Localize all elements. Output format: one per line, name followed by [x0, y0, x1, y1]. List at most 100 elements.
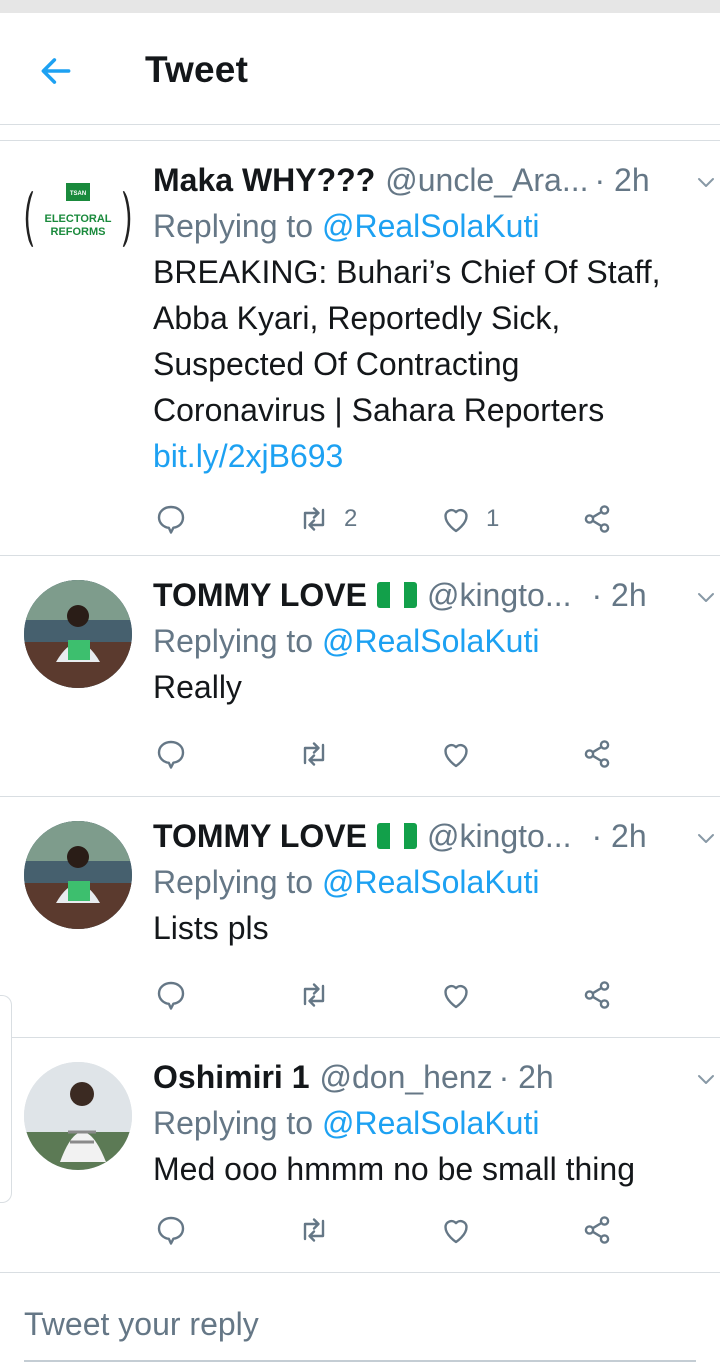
user-handle[interactable]: @uncle_Ara...	[385, 162, 588, 199]
reply-button[interactable]	[153, 1208, 189, 1252]
retweet-button[interactable]	[296, 732, 332, 776]
logo-badge-text: TSAN	[70, 191, 86, 197]
edge-panel-handle[interactable]	[0, 995, 12, 1203]
tweet-body: TOMMY LOVE @kingto... · 2h Replying to @…	[153, 572, 714, 710]
timestamp: · 2h	[594, 161, 650, 198]
reply-composer	[0, 1274, 720, 1364]
profile-photo	[24, 580, 132, 688]
mention-link[interactable]: @RealSolaKuti	[322, 864, 539, 900]
user-handle[interactable]: @kingto...	[427, 577, 572, 614]
avatar[interactable]	[24, 1062, 132, 1170]
display-name[interactable]: Oshimiri 1	[153, 1059, 310, 1096]
reply-bubble-icon	[157, 740, 185, 769]
share-icon	[584, 505, 610, 533]
replying-to-label: Replying to	[153, 208, 314, 244]
reply-bubble-icon	[157, 505, 185, 534]
tweet-actions	[153, 973, 633, 1017]
more-options-button[interactable]	[691, 582, 720, 612]
status-bar	[0, 0, 720, 13]
replying-to: Replying to @RealSolaKuti	[153, 859, 693, 905]
tweet-actions: 2 1	[153, 497, 633, 541]
more-options-button[interactable]	[691, 1064, 720, 1094]
retweet-icon	[303, 742, 325, 766]
share-icon	[584, 740, 610, 768]
tweet[interactable]: Oshimiri 1 @don_henz · 2h Replying to @R…	[0, 1038, 720, 1273]
logo-text-top: ELECTORAL	[44, 213, 111, 225]
like-button[interactable]: 1	[438, 497, 499, 541]
nigeria-flag-icon	[376, 823, 417, 849]
tweet[interactable]: TOMMY LOVE @kingto... · 2h Replying to @…	[0, 797, 720, 1038]
tweet-body: TOMMY LOVE @kingto... · 2h Replying to @…	[153, 813, 714, 951]
tweet-link[interactable]: bit.ly/2xjB693	[153, 433, 693, 479]
share-button[interactable]	[579, 732, 615, 776]
replying-to: Replying to @RealSolaKuti	[153, 1100, 693, 1146]
timestamp: · 2h	[498, 1058, 554, 1095]
reply-button[interactable]	[153, 732, 189, 776]
reply-bubble-icon	[157, 1216, 185, 1245]
mention-link[interactable]: @RealSolaKuti	[322, 208, 539, 244]
replying-to: Replying to @RealSolaKuti	[153, 618, 693, 664]
divider	[0, 125, 720, 141]
replying-to-label: Replying to	[153, 1105, 314, 1141]
profile-photo	[24, 1062, 132, 1170]
like-button[interactable]	[438, 973, 474, 1017]
retweet-icon	[303, 1218, 325, 1242]
electoral-reforms-logo: TSAN ELECTORAL REFORMS	[25, 183, 131, 248]
retweet-button[interactable]	[296, 973, 332, 1017]
app-header: Tweet	[0, 13, 720, 125]
share-icon	[584, 1216, 610, 1244]
tweet-meta: TOMMY LOVE @kingto... · 2h	[153, 572, 693, 618]
like-button[interactable]	[438, 1208, 474, 1252]
retweet-icon	[303, 507, 325, 531]
back-button[interactable]	[30, 45, 82, 97]
share-button[interactable]	[579, 497, 615, 541]
mention-link[interactable]: @RealSolaKuti	[322, 623, 539, 659]
user-handle[interactable]: @don_henz	[320, 1059, 493, 1096]
display-name[interactable]: TOMMY LOVE	[153, 818, 367, 855]
tweet-meta: Oshimiri 1 @don_henz · 2h	[153, 1054, 693, 1100]
avatar[interactable]	[24, 821, 132, 929]
chevron-down-icon	[698, 834, 714, 843]
more-options-button[interactable]	[691, 823, 720, 853]
share-button[interactable]	[579, 973, 615, 1017]
share-button[interactable]	[579, 1208, 615, 1252]
retweet-button[interactable]	[296, 1208, 332, 1252]
heart-icon	[444, 984, 468, 1009]
heart-icon	[444, 1219, 468, 1244]
chevron-down-icon	[698, 1075, 714, 1084]
tweet-text: Really	[153, 669, 242, 705]
page-title: Tweet	[145, 49, 249, 90]
timestamp: · 2h	[591, 817, 647, 854]
like-button[interactable]	[438, 732, 474, 776]
replying-to: Replying to @RealSolaKuti	[153, 203, 693, 249]
display-name[interactable]: TOMMY LOVE	[153, 577, 367, 614]
replying-to-label: Replying to	[153, 864, 314, 900]
reply-button[interactable]	[153, 973, 189, 1017]
nigeria-flag-icon	[376, 582, 417, 608]
tweet[interactable]: TOMMY LOVE @kingto... · 2h Replying to @…	[0, 556, 720, 797]
retweet-button[interactable]: 2	[296, 497, 357, 541]
reply-button[interactable]	[153, 497, 189, 541]
tweet-body: Oshimiri 1 @don_henz · 2h Replying to @R…	[153, 1054, 714, 1192]
chevron-down-icon	[698, 593, 714, 602]
reply-feed: TSAN ELECTORAL REFORMS Maka WHY??? @uncl…	[0, 141, 720, 1273]
share-icon	[584, 981, 610, 1009]
reply-input[interactable]	[24, 1302, 696, 1362]
tweet-text: BREAKING: Buhari’s Chief Of Staff, Abba …	[153, 254, 661, 428]
retweet-count: 2	[344, 505, 358, 532]
tweet-actions	[153, 732, 633, 776]
tweet[interactable]: TSAN ELECTORAL REFORMS Maka WHY??? @uncl…	[0, 141, 720, 556]
tweet-meta: Maka WHY??? @uncle_Ara... · 2h	[153, 157, 693, 203]
user-handle[interactable]: @kingto...	[427, 818, 572, 855]
timestamp: · 2h	[591, 576, 647, 613]
tweet-text: Lists pls	[153, 910, 269, 946]
logo-text-bottom: REFORMS	[51, 226, 106, 238]
more-options-button[interactable]	[691, 167, 720, 197]
mention-link[interactable]: @RealSolaKuti	[322, 1105, 539, 1141]
avatar[interactable]: TSAN ELECTORAL REFORMS	[24, 165, 132, 273]
tweet-actions	[153, 1208, 633, 1252]
tweet-text: Med ooo hmmm no be small thing	[153, 1151, 635, 1187]
display-name[interactable]: Maka WHY???	[153, 162, 375, 199]
avatar[interactable]	[24, 580, 132, 688]
profile-photo	[24, 821, 132, 929]
